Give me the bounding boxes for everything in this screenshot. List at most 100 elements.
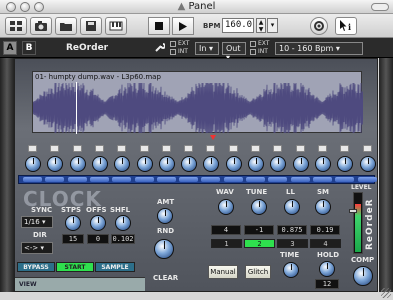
time-knob[interactable] [283, 262, 299, 278]
save-button[interactable] [80, 17, 102, 35]
step-segment[interactable] [112, 177, 132, 182]
settings-button[interactable] [310, 17, 328, 35]
glitch-button[interactable]: Glitch [245, 265, 271, 279]
step-knob[interactable] [158, 156, 175, 172]
step-knob[interactable] [225, 156, 242, 172]
step-segment[interactable] [357, 177, 377, 182]
step-led[interactable] [94, 145, 104, 152]
step-led[interactable] [362, 145, 372, 152]
amt-knob[interactable] [157, 208, 173, 224]
step-led[interactable] [161, 145, 171, 152]
hold-knob[interactable] [319, 261, 335, 277]
step-knob[interactable] [69, 156, 86, 172]
grid-view-button[interactable] [5, 17, 27, 35]
bpm-range-select[interactable]: 10 - 160 Bpm ▾ [275, 42, 363, 55]
bpm-stepper[interactable]: ▲ ▼ [256, 18, 266, 33]
bpm-input[interactable]: 160.0 [222, 18, 254, 33]
play-button[interactable] [172, 17, 194, 35]
step-segment[interactable] [290, 177, 310, 182]
step-knob[interactable] [136, 156, 153, 172]
info-cursor-button[interactable]: i [335, 17, 357, 35]
step-segment[interactable] [67, 177, 87, 182]
step-knob[interactable] [203, 156, 220, 172]
step-segment[interactable] [45, 177, 65, 182]
step-segment[interactable] [335, 177, 355, 182]
start-button[interactable]: START [56, 262, 94, 272]
step-led[interactable] [28, 145, 37, 152]
clear-button[interactable]: CLEAR [153, 274, 178, 282]
window-resize-grip[interactable] [381, 288, 391, 298]
step-led[interactable] [72, 145, 82, 152]
ext-checkbox[interactable] [170, 40, 176, 47]
wrench-icon[interactable] [154, 42, 165, 53]
step-led[interactable] [251, 145, 260, 152]
sync-select[interactable]: 1/16 ▾ [21, 216, 53, 228]
page-button[interactable]: 3 [277, 239, 308, 248]
bypass-button[interactable]: BYPASS [17, 262, 55, 272]
step-knob[interactable] [181, 156, 198, 172]
manual-button[interactable]: Manual [208, 265, 238, 279]
toolbar-toggle-button[interactable] [371, 3, 389, 11]
level-fader[interactable] [349, 209, 357, 213]
input-select[interactable]: In ▾ [195, 42, 219, 55]
sync-source-toggle[interactable]: EXT INT [170, 40, 189, 56]
step-led[interactable] [273, 145, 283, 152]
midi-button[interactable] [105, 17, 127, 35]
stps-knob[interactable] [65, 215, 81, 231]
ext2-checkbox[interactable] [250, 40, 256, 47]
stop-button[interactable] [148, 17, 170, 35]
step-led[interactable] [117, 145, 127, 152]
offs-knob[interactable] [90, 215, 106, 231]
step-led[interactable] [295, 145, 305, 152]
step-knob[interactable] [270, 156, 287, 172]
step-knob[interactable] [114, 156, 131, 172]
step-segment[interactable] [223, 177, 243, 182]
page-button[interactable]: 2 [244, 239, 275, 248]
step-segment[interactable] [201, 177, 221, 182]
step-segment[interactable] [89, 177, 109, 182]
step-led[interactable] [228, 145, 238, 152]
page-button[interactable]: 4 [310, 239, 341, 248]
step-segment[interactable] [268, 177, 288, 182]
step-knob[interactable] [25, 156, 41, 172]
step-knob[interactable] [47, 156, 64, 172]
sample-button[interactable]: SAMPLE [95, 262, 135, 272]
int-checkbox[interactable] [170, 48, 176, 55]
step-segment[interactable] [179, 177, 199, 182]
step-knob[interactable] [292, 156, 309, 172]
step-knob[interactable] [248, 156, 264, 172]
comp-knob[interactable] [353, 266, 373, 286]
snapshot-button[interactable] [30, 17, 52, 35]
page-button[interactable]: 1 [211, 239, 242, 248]
step-led[interactable] [50, 145, 60, 152]
step-knob[interactable] [337, 156, 354, 172]
step-sequence-bar[interactable] [18, 175, 377, 184]
step-segment[interactable] [134, 177, 154, 182]
preset-b-button[interactable]: B [22, 41, 36, 55]
bpm-menu-button[interactable]: ▾ [267, 18, 278, 33]
view-scrollbar[interactable]: VIEW [15, 277, 145, 291]
preset-a-button[interactable]: A [3, 41, 17, 55]
step-segment[interactable] [156, 177, 176, 182]
step-segment[interactable] [246, 177, 265, 182]
ll-knob[interactable] [284, 199, 300, 215]
shfl-knob[interactable] [115, 215, 131, 231]
dir-select[interactable]: <-> ▾ [21, 242, 53, 254]
step-knob[interactable] [314, 156, 331, 172]
step-knob[interactable] [359, 156, 376, 172]
load-button[interactable] [55, 17, 77, 35]
rnd-knob[interactable] [154, 239, 174, 259]
sm-knob[interactable] [315, 199, 331, 215]
step-segment[interactable] [23, 177, 42, 182]
step-led[interactable] [317, 145, 327, 152]
tune-knob[interactable] [251, 199, 267, 215]
step-knob[interactable] [91, 156, 108, 172]
step-led[interactable] [184, 145, 194, 152]
waveform-display[interactable]: 01- humpty dump.wav - L3p60.map [32, 71, 363, 134]
output-select[interactable]: Out ▾ [222, 42, 246, 62]
step-led[interactable] [340, 145, 350, 152]
int2-checkbox[interactable] [250, 48, 256, 55]
range-source-toggle[interactable]: EXT INT [250, 40, 269, 56]
wav-knob[interactable] [218, 199, 234, 215]
step-segment[interactable] [312, 177, 332, 182]
